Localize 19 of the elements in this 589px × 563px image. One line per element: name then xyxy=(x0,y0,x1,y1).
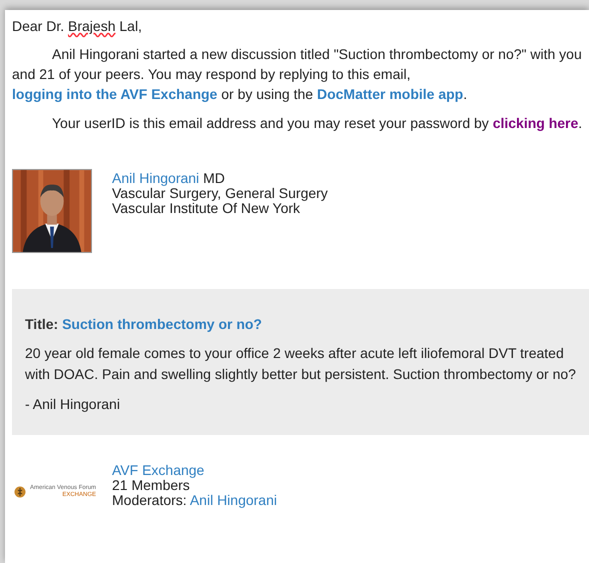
member-count: 21 Members xyxy=(112,478,190,493)
author-specialty: Vascular Surgery, General Surgery xyxy=(112,186,328,201)
emblem-icon xyxy=(14,486,26,498)
reset-paragraph: Your userID is this email address and you may reset your password by clicking here. xyxy=(51,114,584,133)
author-name: Anil Hingorani MD xyxy=(112,171,226,186)
community-link[interactable]: AVF Exchange xyxy=(112,463,277,478)
link[interactable]: clicking here xyxy=(492,115,578,131)
intro-paragraph: Anil Hingorani started a new discussion titled "Suction thrombectomy or no?" with you and 21 of your peers. You may respond by replying to this email, logging into the AVF Exchange or by using the DocMatter mobile app. xyxy=(12,45,583,104)
post-body: 20 year old female comes to your office 2 weeks after acute left iliofemoral DVT treated with DOAC. Pain and swelling slightly better but persistent. Suction thrombectomy or no? xyxy=(25,344,576,384)
link[interactable]: DocMatter mobile app xyxy=(316,86,464,102)
author-institution: Vascular Institute Of New York xyxy=(112,201,300,216)
link[interactable]: logging into the AVF Exchange xyxy=(12,86,218,102)
moderator-link[interactable]: Anil Hingorani xyxy=(190,492,277,508)
post-title: Title: Suction thrombectomy or no? xyxy=(25,315,263,334)
greeting: Dear Dr. Brajesh Lal, xyxy=(12,17,143,36)
post-signature: - Anil Hingorani xyxy=(25,395,121,414)
title-link[interactable]: Suction thrombectomy or no? xyxy=(62,316,262,332)
moderators: Moderators: Anil Hingorani xyxy=(112,493,277,508)
author-link[interactable]: Anil Hingorani xyxy=(112,170,200,186)
